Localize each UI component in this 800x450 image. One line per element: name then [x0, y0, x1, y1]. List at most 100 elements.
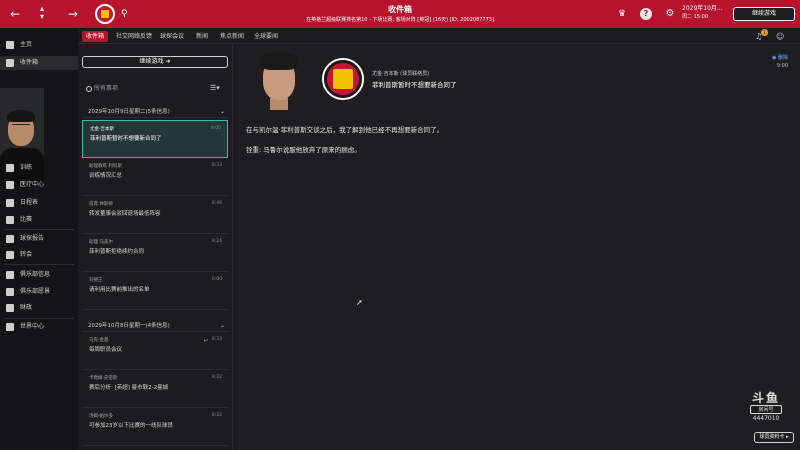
club-crest-icon[interactable]: [322, 58, 364, 100]
stream-watermark: 斗鱼 房间号 4447010: [744, 392, 788, 422]
back-arrow-icon[interactable]: ←: [10, 7, 20, 21]
message-subject: 每周职员会议: [89, 347, 123, 353]
message-subject: 转发董事会驳回退场最低阵容: [89, 211, 161, 217]
tab-scouting-meeting[interactable]: 球探会议: [156, 31, 188, 42]
message-time: 8:32: [211, 375, 222, 380]
date-group-header[interactable]: 2029年10月9日星期二(5条信息) ⌄: [82, 106, 228, 118]
training-icon: [6, 164, 14, 172]
webcam-hair: [7, 110, 35, 122]
continue-button-secondary[interactable]: 继续游戏 ➜: [82, 56, 228, 68]
sidebar-item-transfers[interactable]: 转会: [0, 248, 78, 262]
filter-menu-icon[interactable]: ☰▾: [210, 84, 220, 92]
medical-icon: [6, 181, 14, 189]
question-icon[interactable]: ?: [640, 8, 652, 20]
sidebar-item-label: 比赛: [20, 216, 33, 223]
date-group-header[interactable]: 2029年10月8日星期一(4条信息) ⌄: [82, 320, 228, 332]
tab-headlines[interactable]: 焦点新闻: [216, 31, 248, 42]
sidebar-item-scouting[interactable]: 球探报告: [0, 232, 78, 246]
message-sender-detail[interactable]: 尤金·吉本斯 (球员联络员): [372, 70, 429, 77]
group-label: 2029年10月9日星期二(5条信息): [88, 109, 170, 115]
game-date: 2029年10月... 周二 15:00: [682, 5, 723, 21]
sidebar-item-medical[interactable]: 医疗中心: [0, 178, 78, 192]
player-profile-button[interactable]: 球员资料卡 ▸: [754, 432, 794, 443]
shield-icon: [6, 271, 14, 279]
message-time: 8:33: [211, 337, 222, 342]
notification-badge: 1: [761, 29, 768, 36]
list-item[interactable]: 尤金·吉本斯 9:00 菲利普斯暂时不想要新合同了: [82, 120, 228, 158]
page-title: 收件箱: [388, 5, 412, 14]
delete-button[interactable]: ◉ 删除: [772, 54, 788, 62]
sidebar-item-label: 收件箱: [20, 59, 39, 66]
chat-icon[interactable]: ☺: [776, 32, 784, 41]
message-sender: 汤姆·帕尔多: [89, 414, 113, 419]
tab-inbox[interactable]: 收件箱: [82, 31, 109, 42]
message-body-line: 在与凯尔温·菲利普斯交谈之后，我了解到他已经不再想要新合同了。: [246, 126, 444, 134]
tab-world-news[interactable]: 全球要闻: [250, 31, 282, 42]
sidebar-item-schedule[interactable]: 日程表: [0, 196, 78, 210]
tab-news[interactable]: 新闻: [192, 31, 212, 42]
search-input[interactable]: 所有事项: [82, 82, 210, 96]
date-text: 2029年10月...: [682, 5, 723, 12]
message-subject-title: 菲利普斯暂时不想要新合同了: [372, 81, 457, 89]
list-item[interactable]: 马克·金基 ↩ 8:33 每周职员会议: [82, 332, 228, 370]
menu-updown-icon[interactable]: ▴ ▾: [40, 5, 44, 21]
sidebar-item-matches[interactable]: 比赛: [0, 213, 78, 227]
sidebar-item-home[interactable]: 主页: [0, 38, 78, 52]
sidebar-item-world[interactable]: 世界中心: [0, 320, 78, 334]
sidebar-item-label: 转会: [20, 251, 33, 258]
portrait-hair: [260, 52, 298, 70]
list-item[interactable]: 卡勒姆·史密斯 8:32 赛后分析: [英超] 曼市联2-2曼城: [82, 370, 228, 408]
message-viewer: 尤金·吉本斯 (球员联络员) 菲利普斯暂时不想要新合同了 ◉ 删除 9:00 在…: [234, 44, 800, 450]
sidebar: 主页 收件箱 训练 医疗中心 日程表 比赛 球探报告 转会 俱乐部信息 俱乐部愿…: [0, 28, 78, 450]
chevron-down-icon: ⌄: [219, 322, 225, 329]
message-sender: 助理教练 利科斯: [89, 164, 122, 169]
message-sender: 刘德王: [89, 278, 103, 283]
crest-center: [333, 69, 353, 89]
settings-icon[interactable]: ⚙: [664, 8, 676, 20]
message-subject: 菲利普斯暂时不想要新合同了: [90, 136, 162, 142]
sidebar-item-inbox[interactable]: 收件箱: [0, 56, 78, 70]
message-sender: 马克·金基: [89, 338, 109, 343]
forward-arrow-icon[interactable]: →: [68, 7, 78, 21]
sidebar-item-label: 财政: [20, 304, 33, 311]
reply-icon: ↩: [203, 338, 208, 344]
watermark-logo: 斗鱼: [751, 391, 780, 405]
sidebar-item-training[interactable]: 训练: [0, 161, 78, 175]
trophy-icon[interactable]: ♛: [616, 8, 628, 20]
message-subject: 请利用比赛前推出的名单: [89, 287, 150, 293]
player-profile-label: 球员资料卡: [759, 434, 785, 440]
search-icon[interactable]: ⚲: [121, 7, 128, 21]
message-actions: ◉ 删除 9:00: [772, 54, 788, 70]
message-subject: 训练情况汇总: [89, 173, 123, 179]
scouting-icon: [6, 235, 14, 243]
sidebar-item-club-vision[interactable]: 俱乐部愿景: [0, 285, 78, 299]
sidebar-item-club-info[interactable]: 俱乐部信息: [0, 268, 78, 282]
message-subject: 菲利普斯拒绝续约合同: [89, 249, 145, 255]
sidebar-item-label: 世界中心: [20, 323, 45, 330]
transfers-icon: [6, 251, 14, 259]
watermark-room-label: 房间号: [750, 405, 782, 414]
globe-icon: [6, 323, 14, 331]
sidebar-item-finances[interactable]: 财政: [0, 301, 78, 315]
tab-social-feedback[interactable]: 社交网络反馈: [112, 31, 156, 42]
message-time: 8:24: [211, 239, 222, 244]
sidebar-item-label: 训练: [20, 164, 33, 171]
filter-glyph: ☰: [210, 84, 217, 92]
club-crest-icon[interactable]: [95, 4, 115, 24]
sender-portrait[interactable]: [256, 52, 302, 110]
chevron-down-icon: ⌄: [219, 108, 225, 115]
message-sender: 助理 马盖尔: [89, 240, 113, 245]
trophy-icon: [6, 216, 14, 224]
inbox-icon: [6, 59, 14, 67]
inbox-list: 继续游戏 ➜ 所有事项 ☰▾ 2029年10月9日星期二(5条信息) ⌄ 尤金·吉…: [78, 44, 233, 450]
list-item[interactable]: 刘德王 0:00 请利用比赛前推出的名单: [82, 272, 228, 310]
search-placeholder: 所有事项: [94, 85, 119, 92]
list-item[interactable]: 助理教练 利科斯 8:33 训练情况汇总: [82, 158, 228, 196]
sidebar-divider: [4, 318, 74, 319]
list-item[interactable]: 助理 马盖尔 8:24 菲利普斯拒绝续约合同: [82, 234, 228, 272]
list-item[interactable]: 汤姆·帕尔多 8:32 可参加23岁以下比赛的一线队球员: [82, 408, 228, 446]
group-label: 2029年10月8日星期一(4条信息): [88, 323, 170, 329]
list-item[interactable]: 首席 休斯顿 8:46 转发董事会驳回退场最低阵容: [82, 196, 228, 234]
sidebar-item-label: 日程表: [20, 199, 39, 206]
continue-button[interactable]: 继续游戏: [733, 7, 795, 21]
